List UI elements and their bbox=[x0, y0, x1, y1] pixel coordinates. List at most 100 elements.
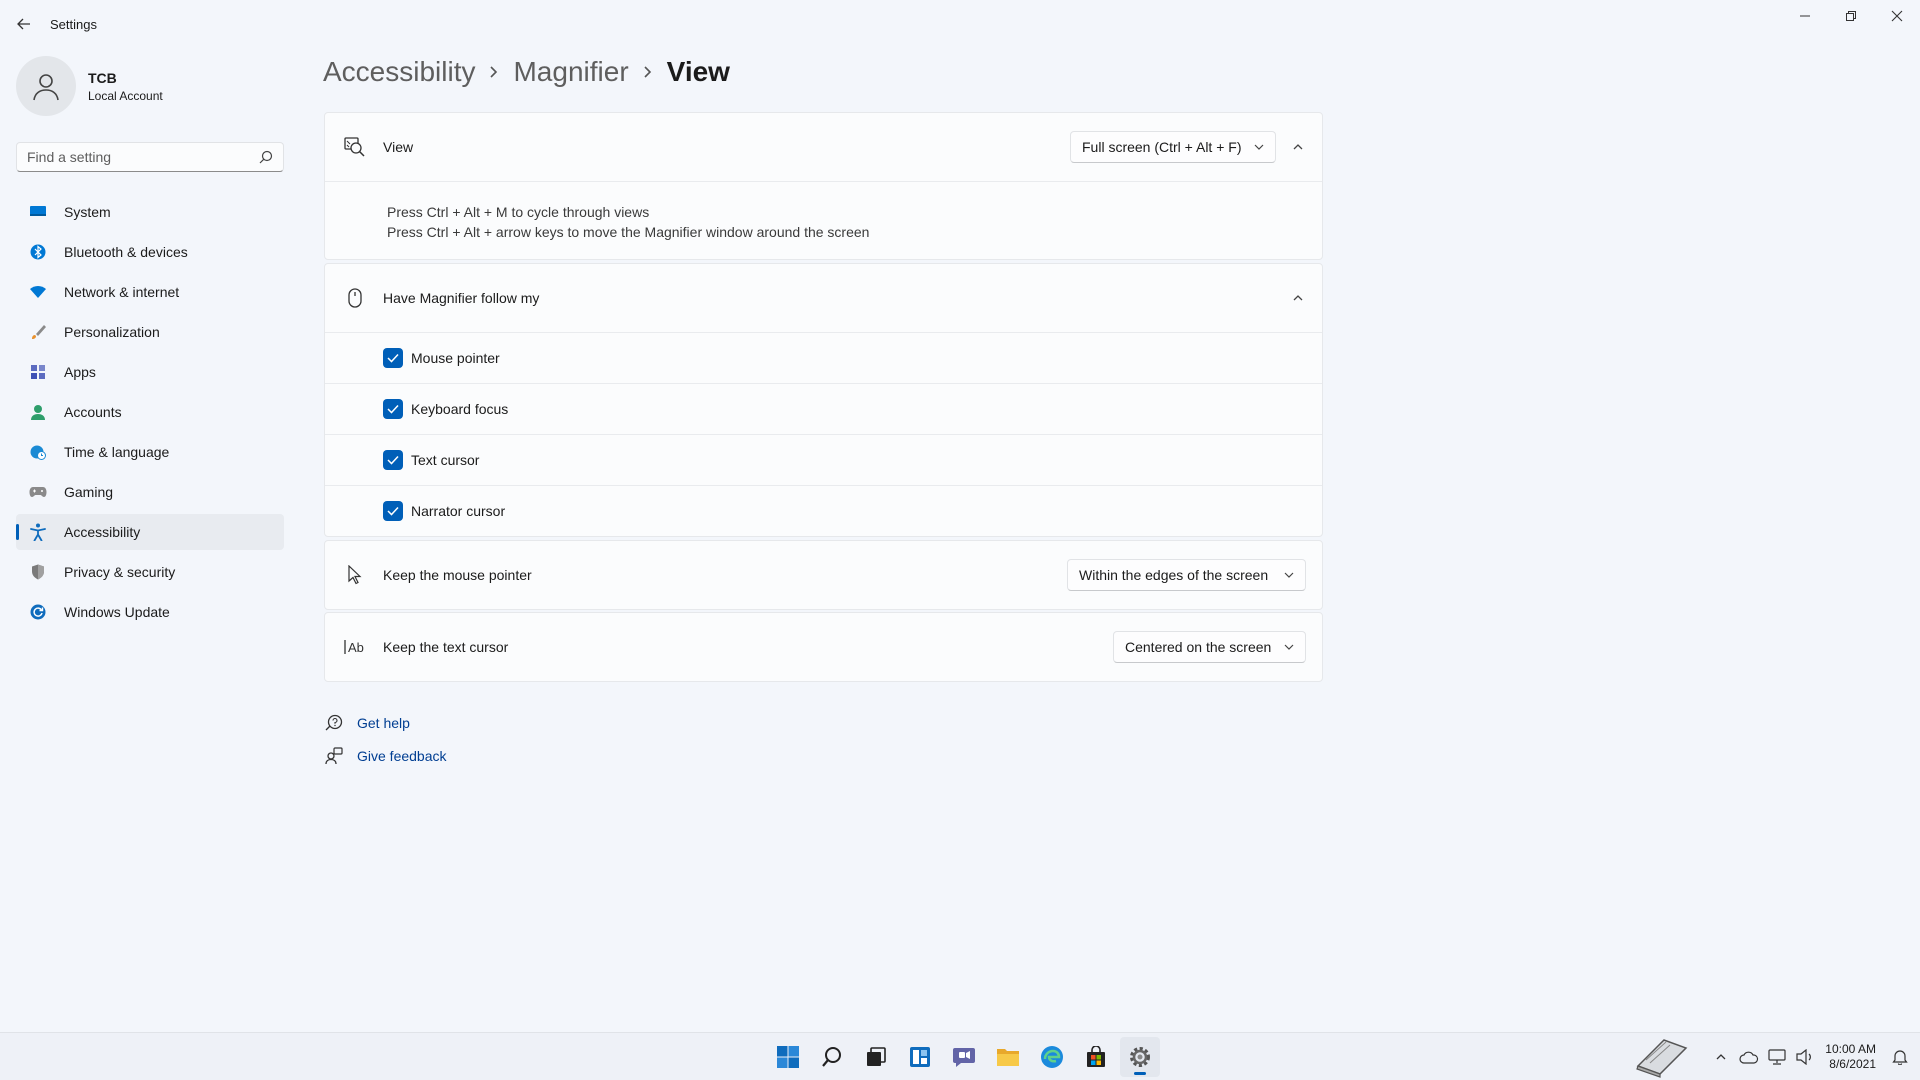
breadcrumb-accessibility[interactable]: Accessibility bbox=[323, 56, 475, 88]
hint-move-window: Press Ctrl + Alt + arrow keys to move th… bbox=[387, 224, 870, 240]
sidebar-item-label: Personalization bbox=[64, 324, 160, 340]
chevron-down-icon bbox=[1254, 144, 1264, 150]
book-logo-icon bbox=[1636, 1039, 1688, 1078]
checkbox-label: Mouse pointer bbox=[411, 350, 500, 366]
sidebar-item-time-language[interactable]: Time & language bbox=[16, 434, 284, 470]
follow-card: Have Magnifier follow my Mouse pointer K… bbox=[324, 263, 1323, 537]
checkmark-icon bbox=[387, 404, 399, 414]
checkmark-icon bbox=[387, 506, 399, 516]
sidebar-item-label: Gaming bbox=[64, 484, 114, 500]
sidebar-item-accessibility[interactable]: Accessibility bbox=[16, 514, 284, 550]
globe-clock-icon bbox=[28, 442, 48, 462]
clock-date: 8/6/2021 bbox=[1829, 1057, 1876, 1071]
settings-icon[interactable] bbox=[1120, 1037, 1160, 1077]
update-icon bbox=[28, 602, 48, 622]
page-title: View bbox=[666, 56, 730, 87]
checkmark-icon bbox=[387, 353, 399, 363]
follow-option-mouse-pointer[interactable]: Mouse pointer bbox=[325, 332, 1322, 383]
chevron-up-icon bbox=[1293, 295, 1303, 301]
collapse-follow-button[interactable] bbox=[1288, 288, 1308, 308]
help-icon bbox=[324, 713, 344, 733]
profile-name: TCB bbox=[88, 69, 117, 86]
mouse-pointer-value: Within the edges of the screen bbox=[1079, 567, 1269, 583]
view-mode-dropdown[interactable]: Full screen (Ctrl + Alt + F) bbox=[1070, 131, 1276, 163]
back-button[interactable] bbox=[10, 12, 38, 36]
checkbox-label: Text cursor bbox=[411, 452, 480, 468]
user-profile[interactable]: TCB Local Account bbox=[16, 56, 163, 116]
mouse-pointer-card-title: Keep the mouse pointer bbox=[383, 567, 532, 583]
taskbar-clock[interactable]: 10:00 AM 8/6/2021 bbox=[1825, 1042, 1876, 1072]
text-cursor-card-header: Ab Keep the text cursor Centered on the … bbox=[325, 613, 1322, 681]
sidebar-item-personalization[interactable]: Personalization bbox=[16, 314, 284, 350]
text-cursor-icon: Ab bbox=[343, 635, 367, 659]
collapse-view-button[interactable] bbox=[1288, 137, 1308, 157]
network-icon[interactable] bbox=[1765, 1045, 1789, 1069]
sidebar-item-system[interactable]: System bbox=[16, 194, 284, 230]
file-explorer-icon[interactable] bbox=[988, 1037, 1028, 1077]
view-card: View Full screen (Ctrl + Alt + F) Press … bbox=[324, 112, 1323, 260]
window-controls bbox=[1782, 0, 1920, 32]
search-icon[interactable] bbox=[259, 150, 273, 164]
sidebar-item-bluetooth[interactable]: Bluetooth & devices bbox=[16, 234, 284, 270]
breadcrumb-magnifier[interactable]: Magnifier bbox=[513, 56, 628, 88]
notifications-icon[interactable] bbox=[1888, 1045, 1912, 1069]
keyboard-focus-checkbox[interactable] bbox=[383, 399, 403, 419]
follow-option-narrator-cursor[interactable]: Narrator cursor bbox=[325, 485, 1322, 536]
brush-icon bbox=[28, 322, 48, 342]
apps-icon bbox=[28, 362, 48, 382]
edge-icon[interactable] bbox=[1032, 1037, 1072, 1077]
sidebar-item-network[interactable]: Network & internet bbox=[16, 274, 284, 310]
minimize-icon bbox=[1800, 15, 1810, 17]
person-icon bbox=[33, 74, 59, 101]
chevron-up-icon[interactable] bbox=[1709, 1045, 1733, 1069]
close-icon bbox=[1891, 10, 1903, 22]
system-tray: 10:00 AM 8/6/2021 bbox=[1707, 1033, 1920, 1080]
volume-icon[interactable] bbox=[1793, 1045, 1817, 1069]
chat-icon[interactable] bbox=[944, 1037, 984, 1077]
get-help-label: Get help bbox=[357, 715, 410, 731]
chevron-down-icon bbox=[1284, 572, 1294, 578]
text-cursor-checkbox[interactable] bbox=[383, 450, 403, 470]
text-cursor-dropdown[interactable]: Centered on the screen bbox=[1113, 631, 1306, 663]
sidebar-item-label: Apps bbox=[64, 364, 96, 380]
view-card-header[interactable]: View Full screen (Ctrl + Alt + F) bbox=[325, 113, 1322, 181]
store-icon[interactable] bbox=[1076, 1037, 1116, 1077]
taskbar: 10:00 AM 8/6/2021 bbox=[0, 1032, 1920, 1080]
follow-option-keyboard-focus[interactable]: Keyboard focus bbox=[325, 383, 1322, 434]
sidebar-item-accounts[interactable]: Accounts bbox=[16, 394, 284, 430]
mouse-icon bbox=[343, 286, 367, 310]
text-cursor-value: Centered on the screen bbox=[1125, 639, 1272, 655]
sidebar-item-apps[interactable]: Apps bbox=[16, 354, 284, 390]
back-arrow-icon bbox=[17, 18, 30, 30]
chevron-right-icon bbox=[489, 65, 499, 79]
text-cursor-card: Ab Keep the text cursor Centered on the … bbox=[324, 612, 1323, 682]
search-input[interactable] bbox=[17, 149, 247, 165]
sidebar-item-privacy[interactable]: Privacy & security bbox=[16, 554, 284, 590]
sidebar-item-gaming[interactable]: Gaming bbox=[16, 474, 284, 510]
close-button[interactable] bbox=[1874, 0, 1920, 32]
follow-card-header[interactable]: Have Magnifier follow my bbox=[325, 264, 1322, 332]
narrator-cursor-checkbox[interactable] bbox=[383, 501, 403, 521]
checkbox-label: Keyboard focus bbox=[411, 401, 509, 417]
get-help-link[interactable]: Get help bbox=[324, 712, 447, 734]
widgets-icon[interactable] bbox=[900, 1037, 940, 1077]
search-icon[interactable] bbox=[812, 1037, 852, 1077]
restore-button[interactable] bbox=[1828, 0, 1874, 32]
give-feedback-link[interactable]: Give feedback bbox=[324, 745, 447, 767]
mouse-pointer-checkbox[interactable] bbox=[383, 348, 403, 368]
windows-start-icon[interactable] bbox=[768, 1037, 808, 1077]
sidebar-nav: System Bluetooth & devices Network & int… bbox=[16, 194, 284, 634]
app-title: Settings bbox=[50, 17, 97, 32]
minimize-button[interactable] bbox=[1782, 0, 1828, 32]
view-mode-value: Full screen (Ctrl + Alt + F) bbox=[1082, 139, 1242, 155]
follow-option-text-cursor[interactable]: Text cursor bbox=[325, 434, 1322, 485]
onedrive-icon[interactable] bbox=[1737, 1045, 1761, 1069]
task-view-icon[interactable] bbox=[856, 1037, 896, 1077]
search-box[interactable] bbox=[16, 142, 284, 172]
sidebar-item-windows-update[interactable]: Windows Update bbox=[16, 594, 284, 630]
view-hints: Press Ctrl + Alt + M to cycle through vi… bbox=[325, 181, 1322, 259]
sidebar-item-label: Accessibility bbox=[64, 524, 141, 540]
profile-account-type: Local Account bbox=[88, 88, 163, 103]
mouse-pointer-dropdown[interactable]: Within the edges of the screen bbox=[1067, 559, 1306, 591]
feedback-icon bbox=[324, 746, 344, 766]
